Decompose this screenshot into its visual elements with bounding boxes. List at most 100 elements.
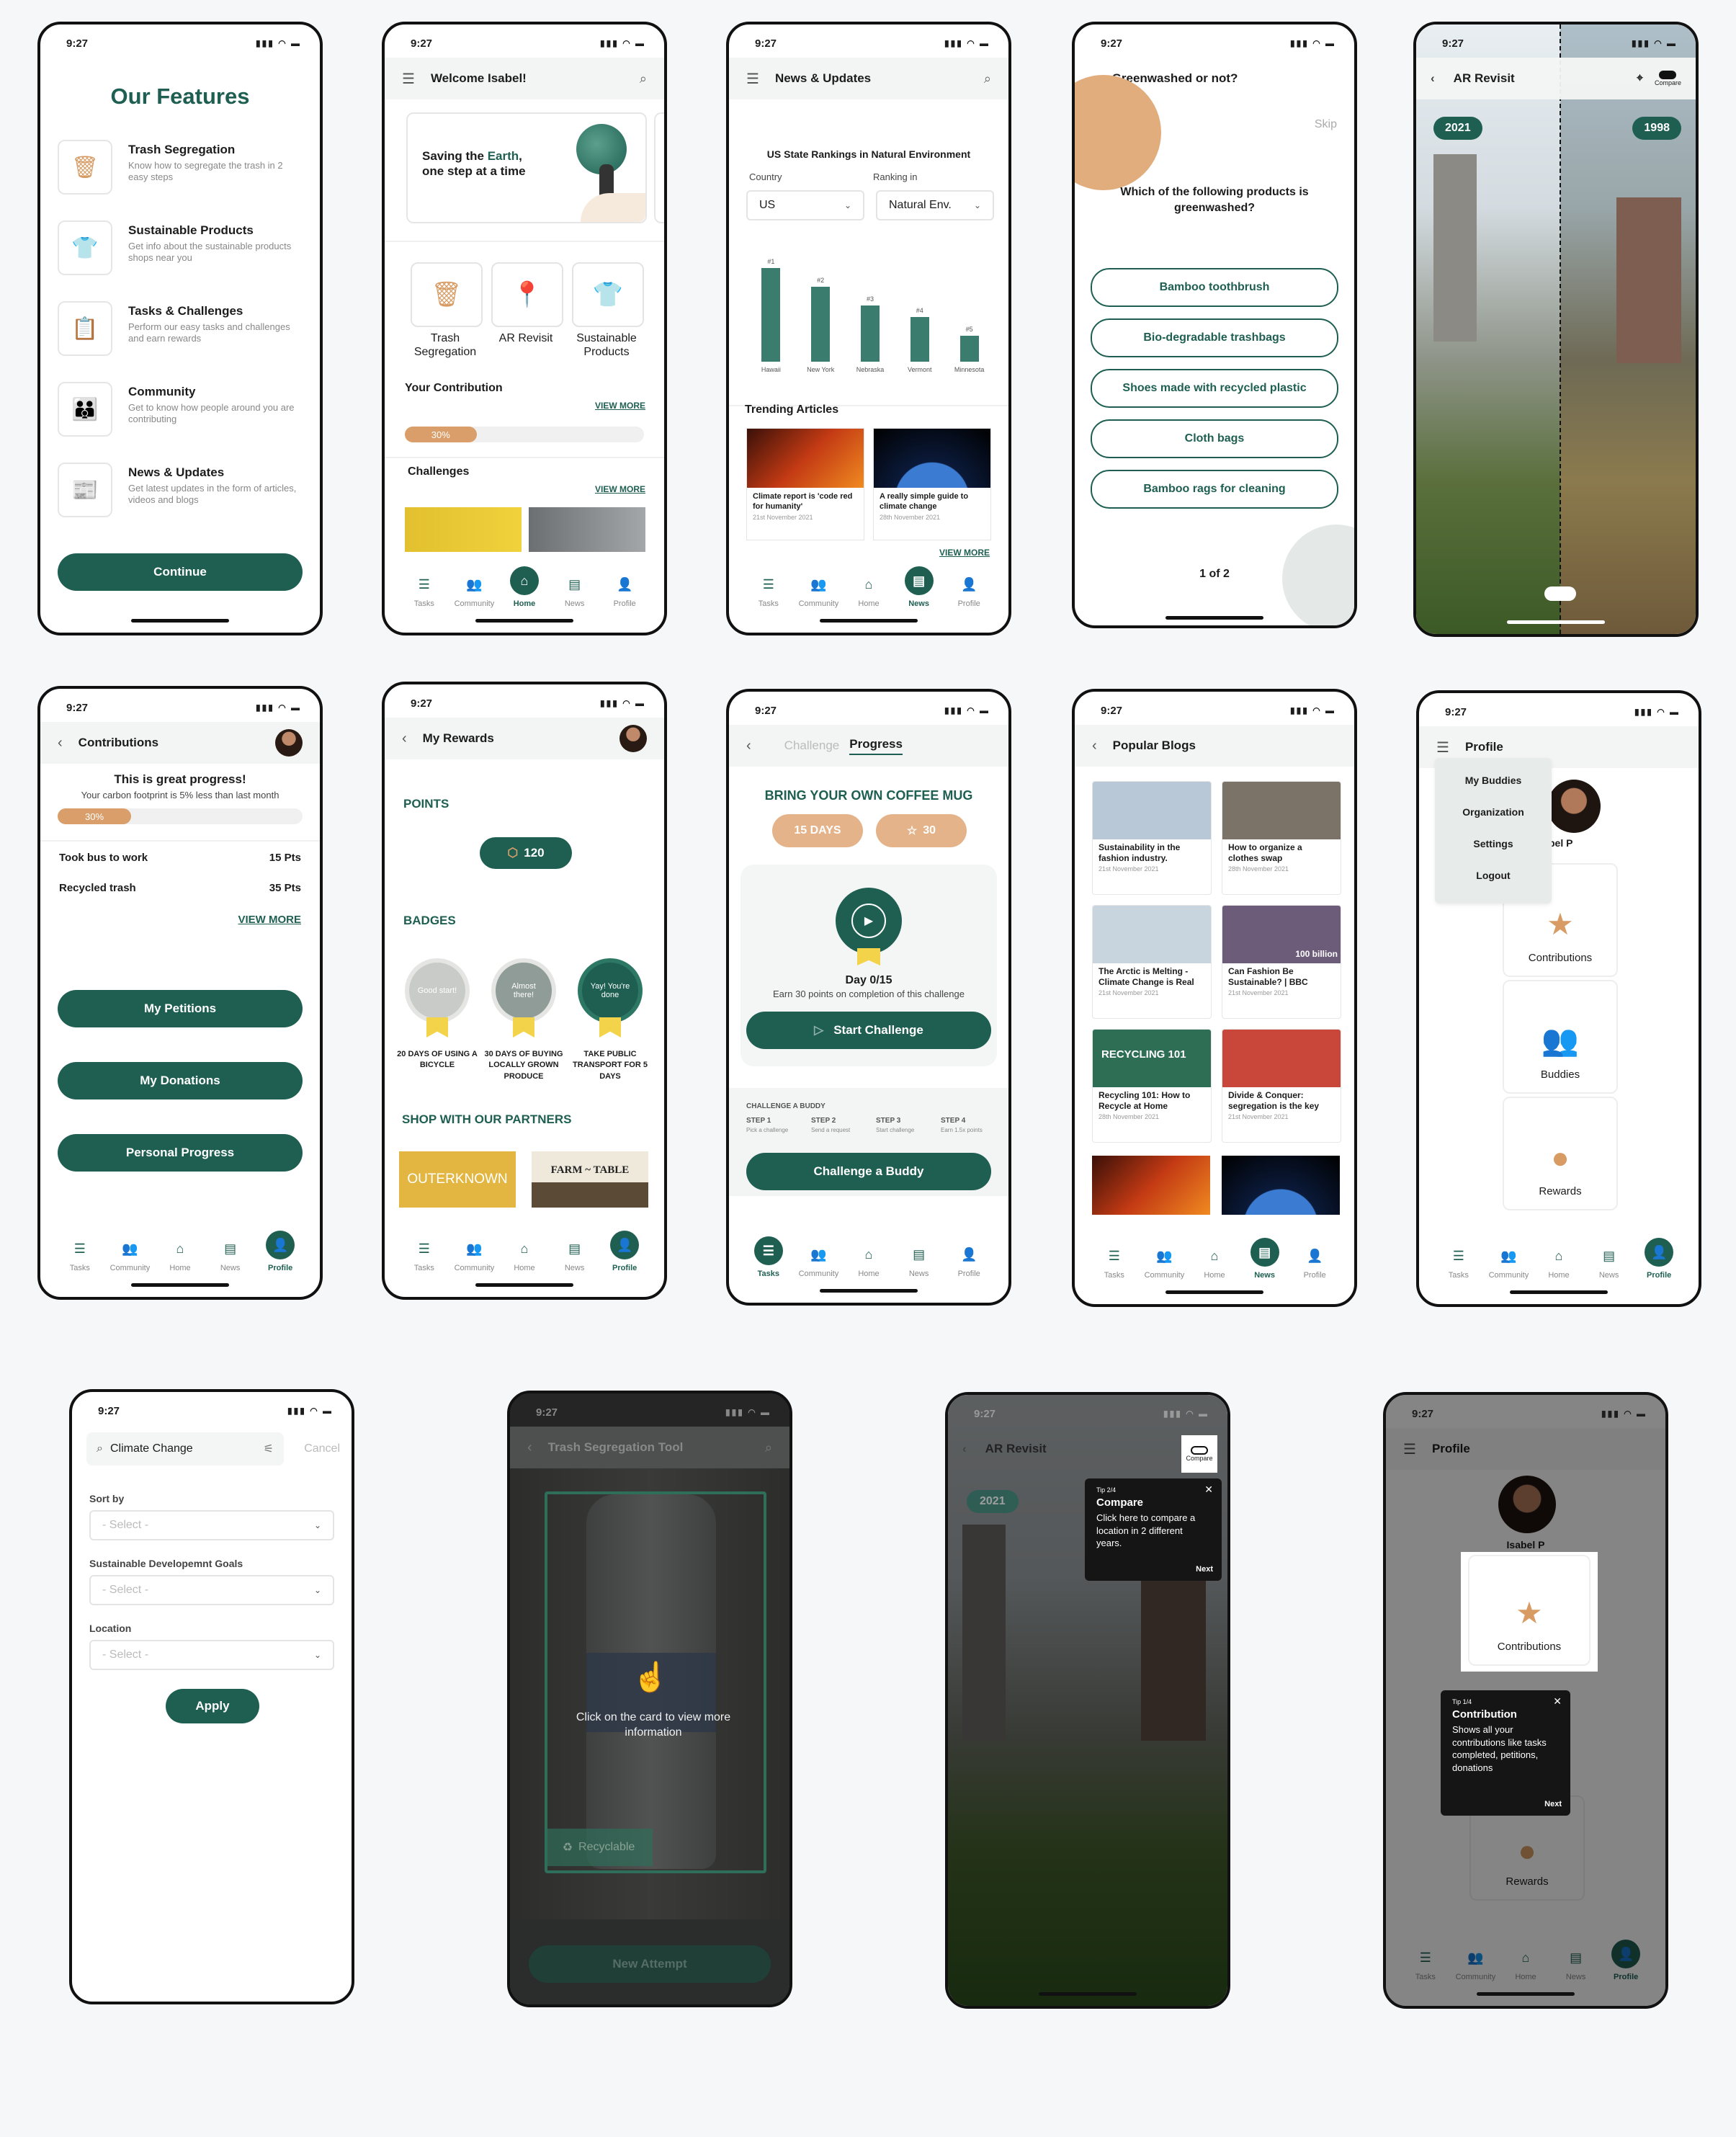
tab-tasks[interactable]: ☰ Tasks — [61, 1238, 99, 1273]
blog-card[interactable]: How to organize a clothes swap 28th Novem… — [1222, 781, 1341, 895]
tab-profile[interactable]: 👤 Profile — [950, 1244, 988, 1279]
menu-icon[interactable]: ☰ — [402, 70, 415, 88]
menu-item[interactable]: My Buddies — [1435, 769, 1552, 791]
compare-toggle[interactable]: Compare — [1181, 1435, 1217, 1473]
new-attempt-button[interactable]: New Attempt — [529, 1945, 771, 1983]
search-icon[interactable]: ⌕ — [984, 71, 991, 86]
tab-profile[interactable]: 👤 Profile — [606, 1231, 643, 1272]
article-card[interactable]: Climate report is 'code red for humanity… — [746, 428, 864, 540]
back-chevron-icon[interactable]: ‹ — [58, 735, 63, 751]
partner-outerknown[interactable]: OUTERKNOWN — [399, 1151, 516, 1208]
start-challenge-button[interactable]: ▷ Start Challenge — [746, 1012, 991, 1049]
cancel-button[interactable]: Cancel — [304, 1442, 340, 1455]
back-chevron-icon[interactable]: ‹ — [746, 738, 751, 754]
view-more-link[interactable]: VIEW MORE — [595, 401, 645, 411]
back-chevron-icon[interactable]: ‹ — [1092, 738, 1097, 754]
tab-tasks[interactable]: ☰ Tasks — [406, 1238, 443, 1273]
tab-home[interactable]: ⌂ Home — [506, 1238, 543, 1273]
tab-home[interactable]: ⌂ Home — [850, 574, 887, 609]
tab-news[interactable]: ▤ News — [1246, 1238, 1284, 1280]
location-select[interactable]: - Select - ⌄ — [89, 1640, 334, 1670]
blog-partial-fire[interactable] — [1092, 1156, 1210, 1215]
back-chevron-icon[interactable]: ‹ — [1431, 71, 1435, 86]
answer-option[interactable]: Bamboo toothbrush — [1091, 268, 1338, 307]
compare-handle[interactable] — [1544, 586, 1576, 601]
back-chevron-icon[interactable]: ‹ — [402, 731, 407, 747]
search-icon[interactable]: ⌕ — [765, 1440, 772, 1455]
tab-profile[interactable]: 👤 Profile — [950, 574, 988, 609]
trash-segregation-card[interactable]: 🗑 — [411, 262, 483, 327]
tab-community[interactable]: 👥 Community — [1489, 1245, 1529, 1280]
continue-button[interactable]: Continue — [58, 553, 303, 591]
blog-partial-earth[interactable] — [1222, 1156, 1340, 1215]
tab-profile[interactable]: 👤 Profile — [606, 574, 643, 609]
banner-card[interactable]: Saving the Earth, one step at a time — [406, 112, 647, 223]
sdg-select[interactable]: - Select - ⌄ — [89, 1575, 334, 1605]
badge[interactable]: Almost there! — [491, 958, 556, 1023]
tab-news[interactable]: ▤ News — [556, 1238, 594, 1273]
challenge-buddy-button[interactable]: Challenge a Buddy — [746, 1153, 991, 1190]
menu-item[interactable]: Logout — [1435, 865, 1552, 886]
close-icon[interactable]: ✕ — [1553, 1695, 1562, 1708]
sort-by-select[interactable]: - Select - ⌄ — [89, 1510, 334, 1540]
answer-option[interactable]: Bio-degradable trashbags — [1091, 318, 1338, 357]
tab-news[interactable]: ▤ News — [900, 1244, 938, 1279]
badge[interactable]: Good start! — [405, 958, 470, 1023]
tab-home[interactable]: ⌂ Home — [1196, 1245, 1233, 1280]
menu-icon[interactable]: ☰ — [1436, 739, 1449, 757]
menu-icon[interactable]: ☰ — [746, 70, 759, 88]
my-donations-button[interactable]: My Donations — [58, 1062, 303, 1099]
blog-card[interactable]: Sustainability in the fashion industry. 2… — [1092, 781, 1212, 895]
tab-profile[interactable]: 👤 Profile — [1296, 1245, 1333, 1280]
avatar[interactable] — [619, 725, 647, 752]
tab-profile[interactable]: 👤 Profile — [261, 1231, 299, 1272]
tab-profile[interactable]: 👤 Profile — [1640, 1238, 1678, 1280]
tab-progress[interactable]: Progress — [849, 737, 903, 755]
tip-next-button[interactable]: Next — [1544, 1799, 1562, 1810]
search-icon[interactable]: ⌕ — [640, 71, 647, 86]
tab-news[interactable]: ▤ News — [900, 566, 938, 608]
blog-card[interactable]: The Arctic is Melting - Climate Change i… — [1092, 905, 1212, 1019]
view-more-link[interactable]: VIEW MORE — [939, 548, 990, 558]
ranking-select[interactable]: Natural Env. ⌄ — [876, 190, 994, 220]
tab-tasks[interactable]: ☰ Tasks — [750, 574, 787, 609]
banner-card-next[interactable] — [654, 112, 664, 223]
challenge-image-coffee[interactable] — [405, 507, 522, 552]
tab-community[interactable]: 👥 Community — [1145, 1245, 1185, 1280]
filter-icon[interactable]: ⚟ — [264, 1442, 274, 1456]
tab-community[interactable]: 👥 Community — [799, 574, 839, 609]
location-pin-icon[interactable]: ⌖ — [1637, 72, 1643, 85]
back-chevron-icon[interactable]: ‹ — [527, 1440, 532, 1456]
avatar[interactable] — [1547, 780, 1601, 833]
compare-toggle[interactable]: Compare — [1655, 71, 1681, 86]
view-more-link-challenges[interactable]: VIEW MORE — [595, 484, 645, 494]
tab-news[interactable]: ▤ News — [212, 1238, 249, 1273]
partner-farm-table[interactable]: FARM ~ TABLE — [532, 1151, 648, 1208]
tab-community[interactable]: 👥 Community — [799, 1244, 839, 1279]
menu-item[interactable]: Organization — [1435, 801, 1552, 823]
tab-tasks[interactable]: ☰ Tasks — [1440, 1245, 1477, 1280]
view-more-link[interactable]: VIEW MORE — [238, 914, 301, 926]
answer-option[interactable]: Cloth bags — [1091, 419, 1338, 458]
tab-tasks[interactable]: ☰ Tasks — [406, 574, 443, 609]
article-card[interactable]: A really simple guide to climate change … — [873, 428, 991, 540]
search-input[interactable]: ⌕ Climate Change ⚟ — [86, 1432, 284, 1465]
sustainable-products-card[interactable]: 👕 — [572, 262, 644, 327]
challenge-image-bus[interactable] — [529, 507, 645, 552]
tab-community[interactable]: 👥 Community — [455, 1238, 495, 1273]
tab-news[interactable]: ▤ News — [1590, 1245, 1628, 1280]
back-chevron-icon[interactable]: ‹ — [962, 1442, 967, 1456]
skip-button[interactable]: Skip — [1315, 118, 1337, 131]
tab-community[interactable]: 👥 Community — [110, 1238, 151, 1273]
play-badge-icon[interactable]: ▶ — [836, 888, 902, 954]
close-icon[interactable]: ✕ — [1204, 1483, 1213, 1496]
avatar[interactable] — [275, 729, 303, 757]
contributions-card[interactable]: ★ Contributions — [1468, 1555, 1590, 1666]
tab-tasks[interactable]: ☰ Tasks — [750, 1236, 787, 1278]
apply-button[interactable]: Apply — [166, 1689, 259, 1723]
menu-item[interactable]: Settings — [1435, 833, 1552, 855]
blog-card[interactable]: RECYCLING 101 Recycling 101: How to Recyc… — [1092, 1029, 1212, 1143]
tab-news[interactable]: ▤ News — [556, 574, 594, 609]
recyclable-tag[interactable]: ♻ Recyclable — [545, 1829, 653, 1866]
tab-home[interactable]: ⌂ Home — [1540, 1245, 1578, 1280]
